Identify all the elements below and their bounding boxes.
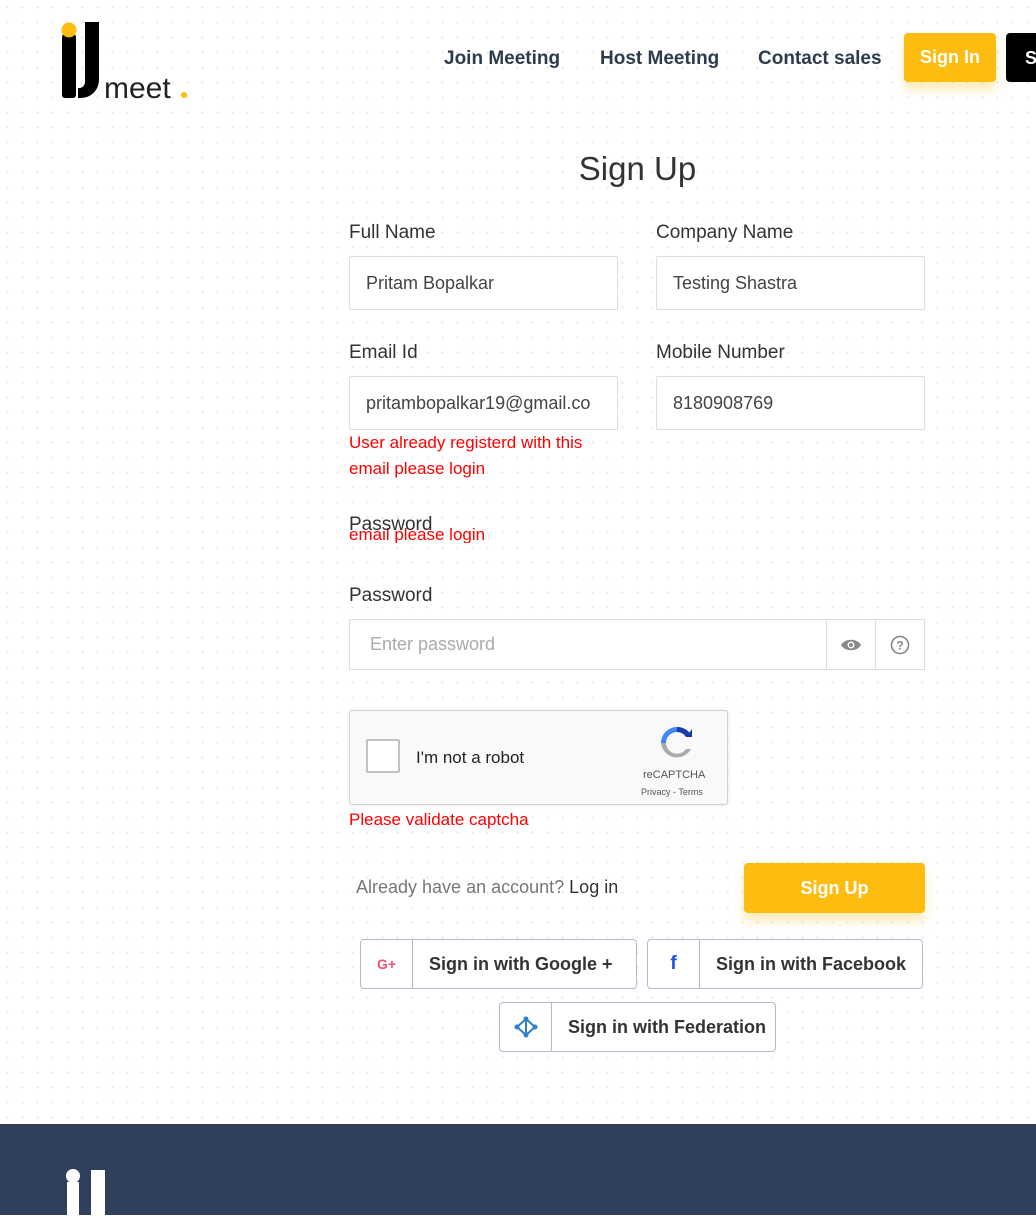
logo[interactable]: meet	[60, 20, 190, 105]
facebook-sign-in-button[interactable]: f Sign in with Facebook	[647, 939, 923, 989]
full-name-input[interactable]: Pritam Bopalkar	[349, 256, 618, 310]
help-icon[interactable]: ?	[875, 620, 924, 669]
sign-in-button[interactable]: Sign In	[904, 33, 996, 82]
nav-contact-sales[interactable]: Contact sales	[758, 48, 882, 70]
company-name-input[interactable]: Testing Shastra	[656, 256, 925, 310]
footer	[0, 1124, 1036, 1220]
recaptcha-label: I'm not a robot	[416, 748, 525, 767]
google-plus-icon: G+	[361, 940, 413, 988]
nav-host-meeting[interactable]: Host Meeting	[600, 48, 719, 70]
federation-sign-in-button[interactable]: Sign in with Federation	[499, 1002, 776, 1052]
email-label: Email Id	[349, 342, 418, 363]
svg-text:?: ?	[896, 638, 903, 652]
email-input[interactable]: pritambopalkar19@gmail.co	[349, 376, 618, 430]
facebook-icon: f	[648, 940, 700, 988]
company-name-label: Company Name	[656, 222, 794, 243]
nav-join-meeting[interactable]: Join Meeting	[444, 48, 560, 70]
full-name-label: Full Name	[349, 222, 436, 243]
eye-icon[interactable]	[826, 620, 875, 669]
mobile-input[interactable]: 8180908769	[656, 376, 925, 430]
password-field: Enter password ?	[349, 619, 925, 670]
email-error-line2: email please login	[349, 459, 486, 478]
facebook-sign-in-label: Sign in with Facebook	[716, 953, 907, 974]
captcha-error: Please validate captcha	[349, 810, 529, 829]
login-prompt-text: Already have an account?	[356, 877, 565, 897]
mobile-label: Mobile Number	[656, 342, 785, 363]
sign-up-button[interactable]: Sign Up	[744, 863, 925, 913]
federation-icon	[500, 1003, 552, 1051]
recaptcha-links[interactable]: Privacy - Terms	[641, 787, 703, 797]
password-input[interactable]: Enter password	[350, 620, 826, 669]
sign-up-header-button[interactable]: S	[1006, 33, 1036, 82]
page-title: Sign Up	[578, 150, 697, 187]
login-link[interactable]: Log in	[569, 877, 618, 897]
federation-sign-in-label: Sign in with Federation	[568, 1016, 766, 1037]
password-label: Password	[349, 585, 433, 606]
svg-text:meet: meet	[104, 72, 171, 102]
email-error: User already registerd with this email pl…	[349, 430, 582, 482]
login-prompt: Already have an account? Log in	[356, 877, 618, 898]
recaptcha-brand: reCAPTCHA	[643, 769, 706, 781]
footer-logo	[65, 1168, 107, 1220]
google-sign-in-label: Sign in with Google +	[429, 953, 613, 974]
recaptcha-widget: I'm not a robot reCAPTCHA Privacy - Term…	[349, 710, 728, 805]
recaptcha-logo-icon	[656, 723, 698, 768]
password-label-overlap: Password	[349, 514, 433, 535]
email-error-line1: User already registerd with this	[349, 433, 583, 452]
google-sign-in-button[interactable]: G+ Sign in with Google +	[360, 939, 637, 989]
recaptcha-checkbox[interactable]	[366, 739, 400, 773]
